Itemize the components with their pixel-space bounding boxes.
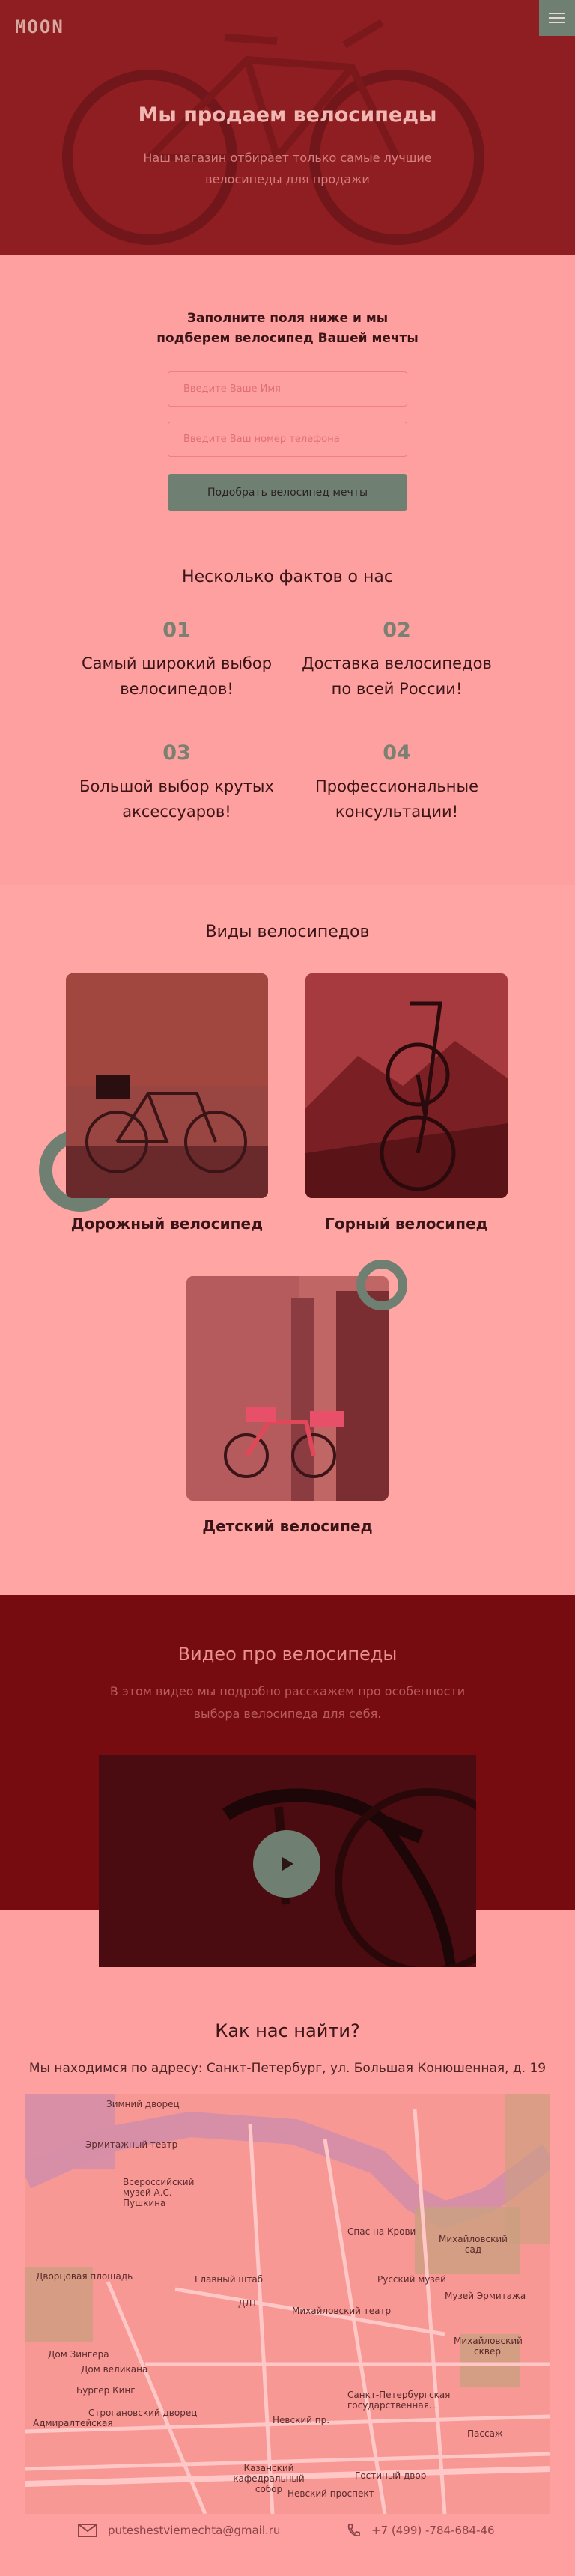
fact-number: 04: [383, 741, 411, 765]
phone-icon: [347, 2524, 360, 2536]
location-address: Мы находимся по адресу: Санкт-Петербург,…: [28, 2061, 547, 2076]
fact-item: 02 Доставка велосипедов по всей России!: [285, 619, 509, 702]
kids-bike-image: [186, 1276, 389, 1501]
fact-number: 01: [162, 619, 191, 642]
mountain-bike-label: Горный велосипед: [325, 1215, 488, 1233]
road-bike-label: Дорожный велосипед: [70, 1215, 264, 1233]
fact-item: 01 Самый широкий выбор велосипедов!: [64, 619, 289, 702]
kids-bike-card[interactable]: [186, 1276, 389, 1501]
name-input[interactable]: [168, 371, 407, 407]
menu-button[interactable]: [539, 0, 575, 36]
email-text[interactable]: puteshestviemechta@gmail.ru: [108, 2524, 280, 2537]
fact-number: 02: [383, 619, 411, 642]
phone-input[interactable]: [168, 422, 407, 457]
play-button[interactable]: [253, 1830, 320, 1898]
email-contact[interactable]: puteshestviemechta@gmail.ru: [78, 2519, 280, 2542]
phone-text[interactable]: +7 (499) -784-684-46: [371, 2524, 495, 2537]
video-subtitle: В этом видео мы подробно расскажем про о…: [109, 1684, 466, 1721]
hero-section: MOON Мы продаем велосипеды Наш магазин о…: [0, 0, 575, 255]
map-roads: [25, 2094, 550, 2514]
form-title: Заполните поля ниже и мы подберем велоси…: [156, 311, 419, 346]
location-title: Как нас найти?: [215, 2020, 360, 2041]
logo[interactable]: MOON: [15, 16, 64, 37]
hero-bike-image: [62, 19, 484, 245]
kids-bike-label: Детский велосипед: [202, 1517, 373, 1535]
submit-button[interactable]: Подобрать велосипед мечты: [168, 474, 407, 511]
map[interactable]: Зимний дворец Эрмитажный театр Всероссий…: [25, 2094, 550, 2514]
types-title: Виды велосипедов: [205, 923, 370, 941]
hamburger-icon: [549, 13, 565, 14]
phone-contact[interactable]: +7 (499) -784-684-46: [346, 2519, 495, 2542]
mountain-bike-card[interactable]: [305, 973, 508, 1198]
facts-title: Несколько фактов о нас: [182, 568, 393, 586]
hero-subtitle: Наш магазин отбирает только самые лучшие…: [143, 151, 432, 186]
road-bike-card[interactable]: [66, 973, 268, 1198]
road-bike-image: [66, 973, 268, 1198]
mail-icon: [78, 2524, 97, 2537]
play-icon: [282, 1857, 293, 1871]
decor-ring: [356, 1260, 407, 1310]
fact-number: 03: [162, 741, 191, 765]
fact-item: 03 Большой выбор крутых аксессуаров!: [64, 741, 289, 824]
hero-title: Мы продаем велосипеды: [138, 103, 437, 127]
mountain-bike-image: [305, 973, 508, 1198]
fact-item: 04 Профессиональные консультации!: [285, 741, 509, 824]
video-title: Видео про велосипеды: [177, 1644, 398, 1665]
